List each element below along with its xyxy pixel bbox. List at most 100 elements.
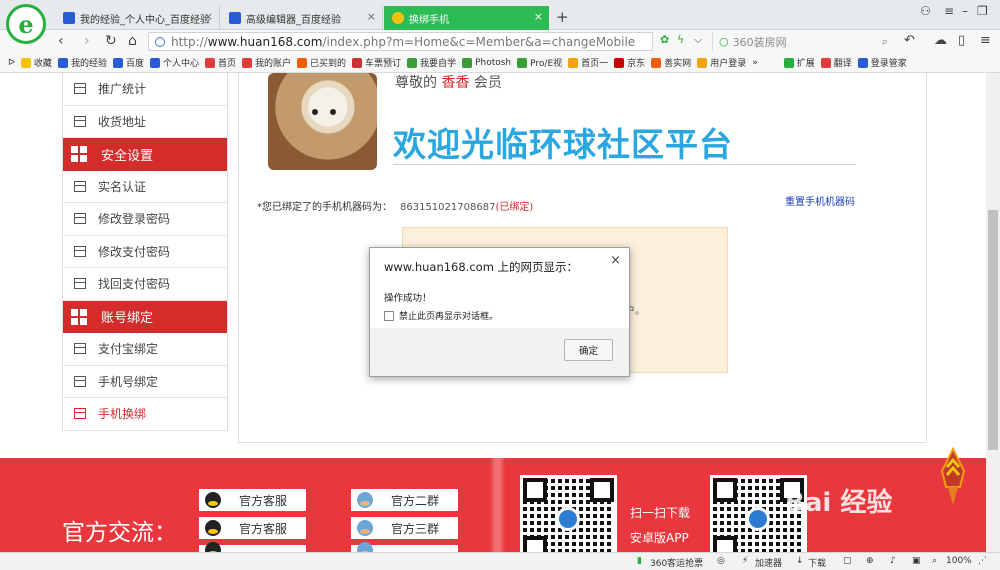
phone-icon[interactable]: ▯: [958, 33, 965, 48]
qr-caption: 安卓版APP: [630, 531, 689, 545]
cloud-icon[interactable]: ☁: [934, 33, 947, 48]
speed-icon[interactable]: ϟ: [677, 33, 684, 46]
sidebar-toggle-icon[interactable]: ᐅ: [8, 58, 15, 68]
settings-icon[interactable]: ⊕: [866, 556, 874, 566]
dialog-title: www.huan168.com 上的网页显示：: [384, 260, 579, 274]
qq-group-link[interactable]: [351, 542, 458, 552]
menu-icon[interactable]: ≡: [980, 33, 991, 48]
search-icon[interactable]: ⌕: [882, 35, 888, 49]
bookmark-item[interactable]: 首页一: [568, 56, 608, 69]
menu-icon[interactable]: ≡: [944, 4, 954, 18]
dialog-footer: 确定: [370, 328, 629, 376]
list-icon: [74, 375, 86, 387]
sidebar-item-pay-password[interactable]: 修改支付密码: [63, 236, 227, 268]
ok-button[interactable]: 确定: [564, 339, 613, 361]
zoom-icon[interactable]: ⌕: [932, 556, 937, 566]
bookmark-item[interactable]: 用户登录: [697, 56, 746, 69]
sidebar-item-phone-binding[interactable]: 手机号绑定: [63, 366, 227, 398]
sidebar-item-realname[interactable]: 实名认证: [63, 171, 227, 203]
speedup-button[interactable]: 加速器: [755, 556, 782, 569]
undo-icon[interactable]: ↶: [904, 33, 915, 48]
tab-advanced-editor[interactable]: 高级编辑器_百度经验 ×: [221, 6, 383, 30]
sidebar-item-promotion[interactable]: 推广统计: [63, 73, 227, 106]
bookmark-favorites[interactable]: 收藏: [20, 56, 52, 69]
skin-icon[interactable]: ⚇: [920, 4, 931, 18]
more-bookmarks-icon[interactable]: »: [752, 58, 758, 68]
qq-service-link[interactable]: 官方客服: [199, 517, 306, 539]
tab-change-phone[interactable]: 换绑手机 ×: [384, 6, 549, 30]
back-to-top-rocket-icon[interactable]: [936, 447, 970, 507]
ticket-grab-link[interactable]: 360客运抢票: [650, 556, 703, 569]
bookmark-item[interactable]: 百度: [112, 56, 144, 69]
bind-info: *您已绑定了的手机机器码为： 863151021708687(已绑定): [257, 198, 533, 213]
bookmark-item[interactable]: 已买到的: [297, 56, 346, 69]
window-icon[interactable]: ▣: [912, 556, 921, 566]
bookmark-item[interactable]: 善实网: [651, 56, 691, 69]
forward-icon[interactable]: ›: [84, 33, 90, 49]
sidebar-section-label: 安全设置: [101, 148, 154, 164]
security-icon[interactable]: ✿: [660, 33, 669, 46]
bookmark-item[interactable]: 我的经验: [57, 56, 107, 69]
maximize-icon[interactable]: ❐: [977, 4, 988, 18]
bookmark-item[interactable]: 我要自学: [407, 56, 456, 69]
scrollbar-thumb[interactable]: [988, 210, 998, 450]
new-tab-button[interactable]: +: [556, 8, 569, 26]
sidebar-item-address[interactable]: 收货地址: [63, 106, 227, 138]
resize-grip-icon[interactable]: ⋰: [978, 556, 987, 566]
zoom-level[interactable]: 100%: [946, 556, 972, 566]
reset-machine-code-link[interactable]: 重置手机机器码: [785, 193, 855, 208]
site-icon: [697, 57, 708, 68]
page-info-icon[interactable]: [155, 36, 165, 47]
avatar-eye: [312, 109, 318, 115]
qq-service-link[interactable]: [199, 542, 306, 552]
tab-my-experience[interactable]: 我的经验_个人中心_百度经验 ×: [55, 6, 220, 30]
paw-icon: [57, 57, 68, 68]
clipboard-icon[interactable]: ▢: [843, 556, 852, 566]
sidebar-item-change-phone[interactable]: 手机换绑: [63, 398, 227, 431]
suppress-dialog-checkbox[interactable]: 禁止此页再显示对话框。: [384, 309, 498, 322]
sidebar-section-security[interactable]: 安全设置: [63, 138, 227, 171]
qq-service-link[interactable]: 官方客服: [199, 489, 306, 511]
sidebar-section-account-binding[interactable]: 账号绑定: [63, 300, 227, 333]
dropdown-icon[interactable]: ⌵: [694, 33, 702, 47]
bookmark-item[interactable]: 京东: [614, 56, 645, 69]
extensions-button[interactable]: 扩展: [783, 56, 815, 69]
status-bar: ▮ 360客运抢票 ◎ ⚡ 加速器 ↓ 下载 ▢ ⊕ ♪ ▣ ⌕ 100% ⋰: [0, 552, 1000, 570]
download-button[interactable]: 下载: [808, 556, 826, 569]
back-icon[interactable]: ‹: [58, 33, 64, 49]
home-icon[interactable]: ⌂: [128, 33, 137, 49]
sidebar-item-label: 手机换绑: [98, 407, 147, 422]
sidebar-item-alipay[interactable]: 支付宝绑定: [63, 333, 227, 366]
bookmark-item[interactable]: Photosh: [462, 57, 511, 68]
translate-button[interactable]: 翻译: [820, 56, 852, 69]
sidebar-item-label: 实名认证: [98, 179, 147, 194]
checkbox[interactable]: [384, 310, 394, 321]
close-icon[interactable]: ×: [610, 253, 621, 268]
bookmark-item[interactable]: 我的账户: [242, 56, 291, 69]
sidebar-item-recover-pay-password[interactable]: 找回支付密码: [63, 268, 227, 301]
search-input[interactable]: ○ 360装房网 ⌕: [712, 32, 892, 51]
qq-group-link[interactable]: 官方二群: [351, 489, 458, 511]
url-input[interactable]: http://www.huan168.com/index.php?m=Home&…: [148, 32, 653, 51]
bookmark-item[interactable]: Pro/E视: [517, 56, 562, 69]
network-icon[interactable]: ◎: [717, 556, 725, 566]
reload-icon[interactable]: ↻: [105, 33, 117, 49]
login-manager-button[interactable]: 登录管家: [857, 56, 907, 69]
close-tab-icon[interactable]: ×: [204, 10, 213, 23]
sidebar-item-login-password[interactable]: 修改登录密码: [63, 203, 227, 236]
bookmark-item[interactable]: 首页: [204, 56, 236, 69]
site-icon: [517, 57, 528, 68]
qq-group-link[interactable]: 官方三群: [351, 517, 458, 539]
site-icon: [407, 57, 418, 68]
member-greeting: 尊敬的 香香 会员: [395, 75, 502, 91]
sound-icon[interactable]: ♪: [890, 556, 896, 566]
bookmark-item[interactable]: 个人中心: [149, 56, 199, 69]
close-tab-icon[interactable]: ×: [367, 10, 376, 23]
app-logo-icon: [556, 507, 580, 531]
browser-logo[interactable]: e: [6, 4, 46, 44]
list-icon: [74, 245, 86, 257]
bookmark-item[interactable]: 车票预订: [352, 56, 401, 69]
minimize-icon[interactable]: –: [962, 4, 968, 18]
close-tab-icon[interactable]: ×: [534, 10, 543, 23]
qq-icon: [205, 492, 221, 508]
